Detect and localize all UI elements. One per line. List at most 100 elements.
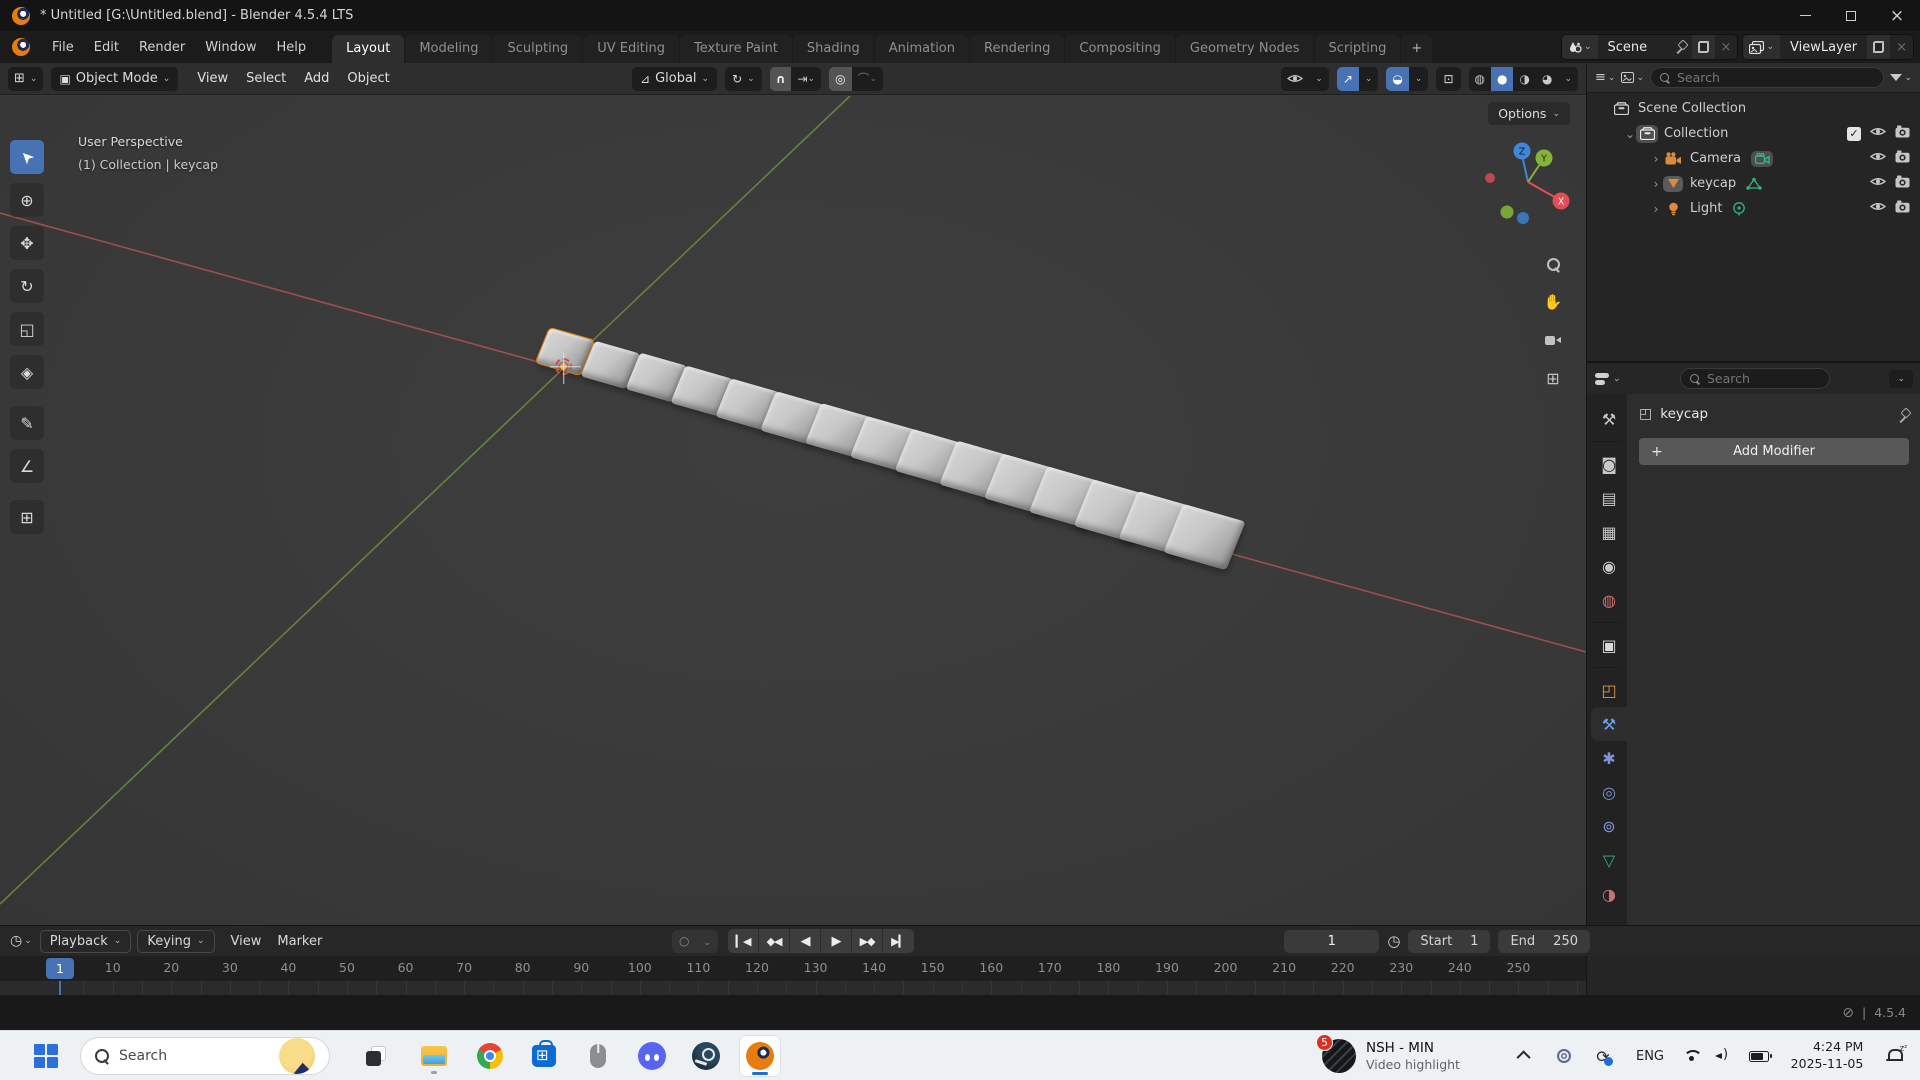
tab-geometry-nodes[interactable]: Geometry Nodes [1176,35,1314,63]
frame-end-field[interactable]: End 250 [1498,930,1590,953]
scene-name[interactable]: Scene [1598,40,1668,55]
menu-file[interactable]: File [42,35,84,60]
collapse-icon[interactable]: ⌄ [1623,127,1637,141]
timeline-track-area[interactable] [0,981,1586,996]
shading-solid-button[interactable]: ● [1491,67,1513,91]
menu-help[interactable]: Help [267,35,317,60]
playhead[interactable] [59,981,61,996]
jump-to-start-button[interactable]: ▎◀ [728,929,759,953]
tool-rotate[interactable]: ↻ [10,269,44,303]
start-button[interactable] [26,1036,66,1076]
properties-tab-particles[interactable]: ✱ [1591,741,1627,775]
chrome-button[interactable] [470,1036,510,1076]
mode-dropdown[interactable]: ▣ Object Mode ⌄ [51,67,178,91]
disable-in-renders-toggle[interactable] [1895,175,1910,192]
timeline-menu-playback[interactable]: Playback⌄ [40,930,132,953]
camera-view-button[interactable] [1540,327,1566,353]
xray-toggle[interactable]: ⊡ [1436,67,1460,91]
hide-in-viewport-toggle[interactable] [1870,151,1886,166]
shading-material-button[interactable]: ◑ [1513,67,1535,91]
viewport-menu-object[interactable]: Object [338,67,398,90]
tool-transform[interactable]: ◈ [10,355,44,389]
disable-in-renders-toggle[interactable] [1895,150,1910,167]
maximize-button[interactable] [1828,0,1874,31]
properties-editor-type-button[interactable]: ⌄ [1595,373,1621,385]
tray-app-1-button[interactable] [1548,1031,1580,1080]
tab-shading[interactable]: Shading [793,35,874,63]
previous-keyframe-button[interactable]: ◆◀ [759,929,790,953]
tray-sync-button[interactable]: ⟳ [1586,1031,1620,1080]
outliner-row-light[interactable]: › Light [1587,196,1920,221]
viewport-menu-view[interactable]: View [188,67,237,90]
tab-sculpting[interactable]: Sculpting [493,35,582,63]
properties-tab-collection[interactable]: ▣ [1591,628,1627,662]
shading-rendered-button[interactable]: ◕ [1536,67,1558,91]
wifi-button[interactable] [1676,1031,1706,1080]
scene-browse-button[interactable]: ⌄ [1562,35,1598,59]
tab-layout[interactable]: Layout [332,35,404,63]
properties-tab-render[interactable]: ◙ [1591,447,1627,481]
clock-button[interactable]: 4:24 PM 2025-11-05 [1784,1031,1870,1080]
current-frame-badge[interactable]: 1 [46,958,74,979]
breadcrumb-object-name[interactable]: keycap [1660,406,1708,422]
expand-icon[interactable]: › [1649,202,1663,216]
outliner-row-keycap[interactable]: ›keycap [1587,171,1920,196]
properties-tab-tool[interactable]: ⚒ [1591,402,1627,436]
new-viewlayer-button[interactable] [1867,35,1890,59]
remove-viewlayer-button[interactable]: × [1890,40,1913,55]
proportional-editing-toggle[interactable]: ◎ [829,67,851,91]
zoom-tool-button[interactable] [1540,251,1566,277]
tool-add-cube[interactable]: ⊞ [10,500,44,534]
options-button[interactable]: Options⌄ [1488,102,1570,125]
notification-center-button[interactable]: zᶻ [1876,1031,1912,1080]
properties-tab-object[interactable]: ◰ [1591,673,1627,707]
show-overlays-toggle[interactable]: ◒ [1386,67,1408,91]
object-visibility-button[interactable] [1281,67,1309,91]
outliner-search-input[interactable]: Search [1650,67,1884,88]
outliner-item-name[interactable]: Light [1690,201,1722,216]
menu-edit[interactable]: Edit [84,35,129,60]
unlink-scene-button[interactable]: × [1715,40,1738,55]
frame-start-field[interactable]: Start 1 [1408,930,1490,953]
hide-in-viewport-toggle[interactable] [1870,126,1886,141]
outliner-item-name[interactable]: Collection [1664,126,1728,141]
collection-checkbox[interactable]: ✓ [1847,127,1861,141]
play-reverse-button[interactable]: ◀ [790,929,821,953]
file-explorer-button[interactable] [414,1036,454,1076]
volume-button[interactable] [1708,1031,1738,1080]
pan-tool-button[interactable]: ✋ [1540,289,1566,315]
tab-modeling[interactable]: Modeling [405,35,492,63]
task-view-button[interactable] [356,1036,396,1076]
tab-animation[interactable]: Animation [875,35,969,63]
timeline-editor-type-button[interactable]: ◷⌄ [10,933,32,949]
tab-uv-editing[interactable]: UV Editing [583,35,679,63]
play-button[interactable]: ▶ [821,929,852,953]
overlays-dropdown[interactable]: ⌄ [1409,67,1429,91]
autokey-dropdown[interactable]: ⌄ [696,934,718,948]
outliner-item-name[interactable]: keycap [1690,176,1736,191]
tab-compositing[interactable]: Compositing [1065,35,1175,63]
tool-scale[interactable]: ◱ [10,312,44,346]
hide-in-viewport-toggle[interactable] [1870,176,1886,191]
current-frame-field[interactable]: 1 [1284,930,1379,953]
properties-tab-material[interactable]: ◑ [1591,877,1627,911]
navigation-gizmo[interactable]: Z Y X [1482,136,1574,228]
minimize-button[interactable] [1782,0,1828,31]
toggle-projection-button[interactable]: ⊞ [1540,365,1566,391]
properties-options-dropdown[interactable]: ⌄ [1889,370,1913,388]
tab-texture-paint[interactable]: Texture Paint [680,35,792,63]
snap-toggle[interactable]: ∩ [770,67,792,91]
discord-button[interactable] [632,1036,672,1076]
snap-pivot-dropdown[interactable]: ↻⌄ [725,67,762,91]
tab-rendering[interactable]: Rendering [970,35,1064,63]
orientation-dropdown[interactable]: ⊿ Global ⌄ [632,67,717,91]
disable-in-renders-toggle[interactable] [1895,200,1910,217]
show-gizmo-toggle[interactable]: ↗ [1337,67,1359,91]
taskbar-search-input[interactable]: Search [80,1037,330,1075]
outliner-filter-button[interactable]: ⌄ [1890,73,1912,83]
viewlayer-browse-button[interactable]: ⌄ [1743,35,1780,59]
blender-taskbar-button[interactable] [740,1036,780,1076]
properties-search-input[interactable]: Search [1680,368,1830,389]
outliner-item-name[interactable]: Scene Collection [1638,101,1746,116]
menu-render[interactable]: Render [129,35,195,60]
